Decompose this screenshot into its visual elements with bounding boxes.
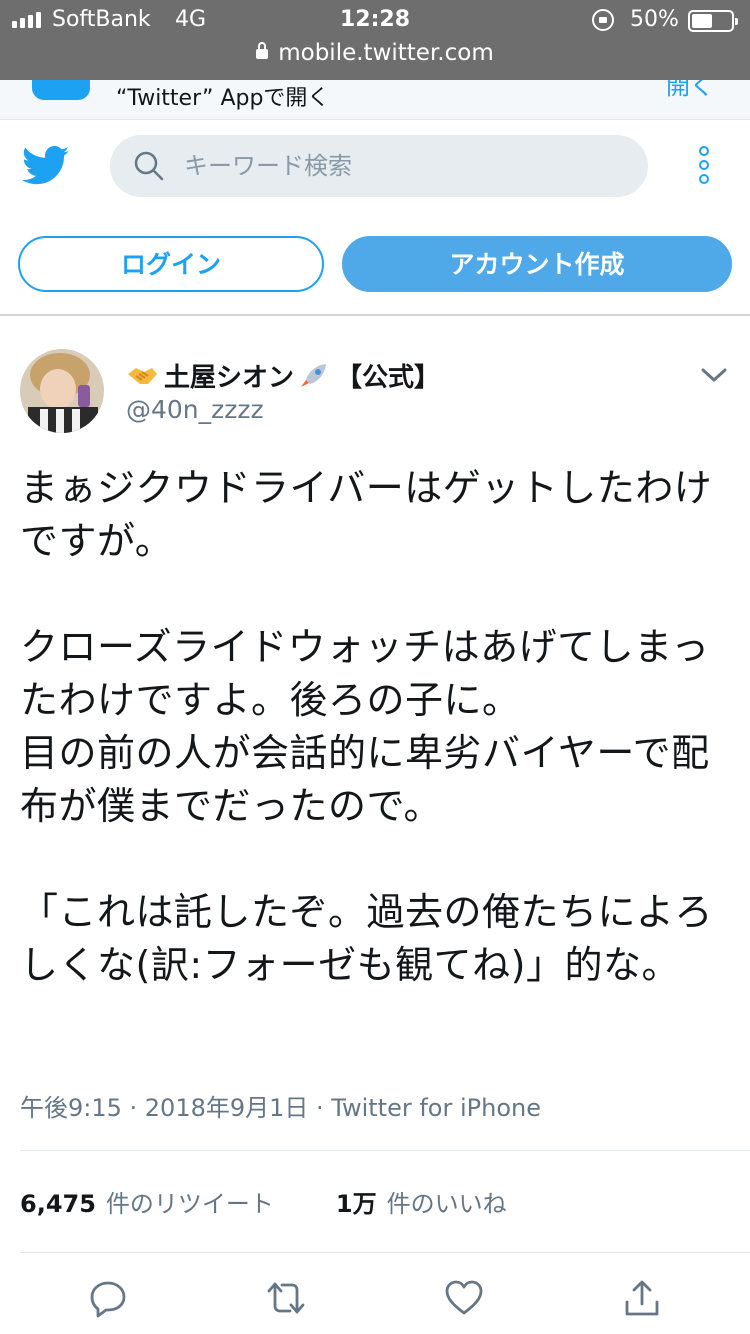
url-bar[interactable]: mobile.twitter.com [0, 40, 750, 74]
like-label: 件のいいね [386, 1190, 507, 1218]
search-box[interactable] [110, 135, 648, 197]
lock-icon [256, 42, 269, 59]
status-bar: SoftBank 4G 12:28 50% [0, 0, 750, 40]
tweet-stats: 6,475 件のリツイート 1万 件のいいね [20, 1184, 569, 1219]
battery-percent: 50% [630, 7, 679, 32]
name-suffix: 【公式】 [336, 363, 441, 393]
search-icon [134, 151, 164, 181]
tweet-text: まぁジクウドライバーはゲットしたわけですが。 クローズライドウォッチはあげてしま… [20, 466, 714, 987]
app-banner-text: “Twitter” Appで開く [116, 86, 330, 111]
login-button[interactable]: ログイン [18, 236, 324, 292]
retweet-count: 6,475 [20, 1190, 96, 1218]
twitter-app-icon [32, 80, 90, 100]
like-count: 1万 [335, 1190, 377, 1218]
avatar[interactable] [20, 349, 104, 433]
rocket-icon [301, 363, 327, 387]
display-name-text: 土屋シオン [164, 363, 295, 393]
app-open-button[interactable]: 開く [666, 80, 714, 101]
twitter-bird-icon[interactable] [22, 146, 70, 186]
divider [0, 314, 750, 316]
browser-chrome: SoftBank 4G 12:28 50% mobile.twitter.com [0, 0, 750, 80]
search-input[interactable] [184, 135, 624, 197]
user-handle[interactable]: @40n_zzzz [126, 395, 264, 424]
url-text: mobile.twitter.com [278, 40, 494, 66]
tweet-actions [0, 1278, 750, 1322]
tweet-meta: 午後9:15 · 2018年9月1日 · Twitter for iPhone [20, 1094, 541, 1122]
more-icon[interactable] [692, 146, 716, 188]
battery-icon [688, 10, 738, 32]
share-icon[interactable] [622, 1278, 662, 1318]
auth-buttons: ログイン アカウント作成 [0, 236, 750, 292]
signup-button[interactable]: アカウント作成 [342, 236, 732, 292]
retweet-stat[interactable]: 6,475 件のリツイート [20, 1184, 274, 1219]
orientation-lock-icon [592, 9, 614, 31]
app-banner[interactable]: “Twitter” Appで開く 開く [0, 80, 750, 120]
divider [20, 1252, 750, 1253]
reply-icon[interactable] [88, 1278, 128, 1318]
retweet-icon[interactable] [266, 1278, 306, 1318]
like-icon[interactable] [444, 1278, 484, 1318]
chevron-down-icon[interactable] [700, 366, 728, 384]
header [0, 120, 750, 212]
handshake-icon [128, 367, 157, 384]
divider [20, 1150, 750, 1151]
retweet-label: 件のリツイート [105, 1190, 274, 1218]
display-name[interactable]: 土屋シオン 【公式】 [126, 357, 440, 394]
like-stat[interactable]: 1万 件のいいね [336, 1184, 507, 1219]
